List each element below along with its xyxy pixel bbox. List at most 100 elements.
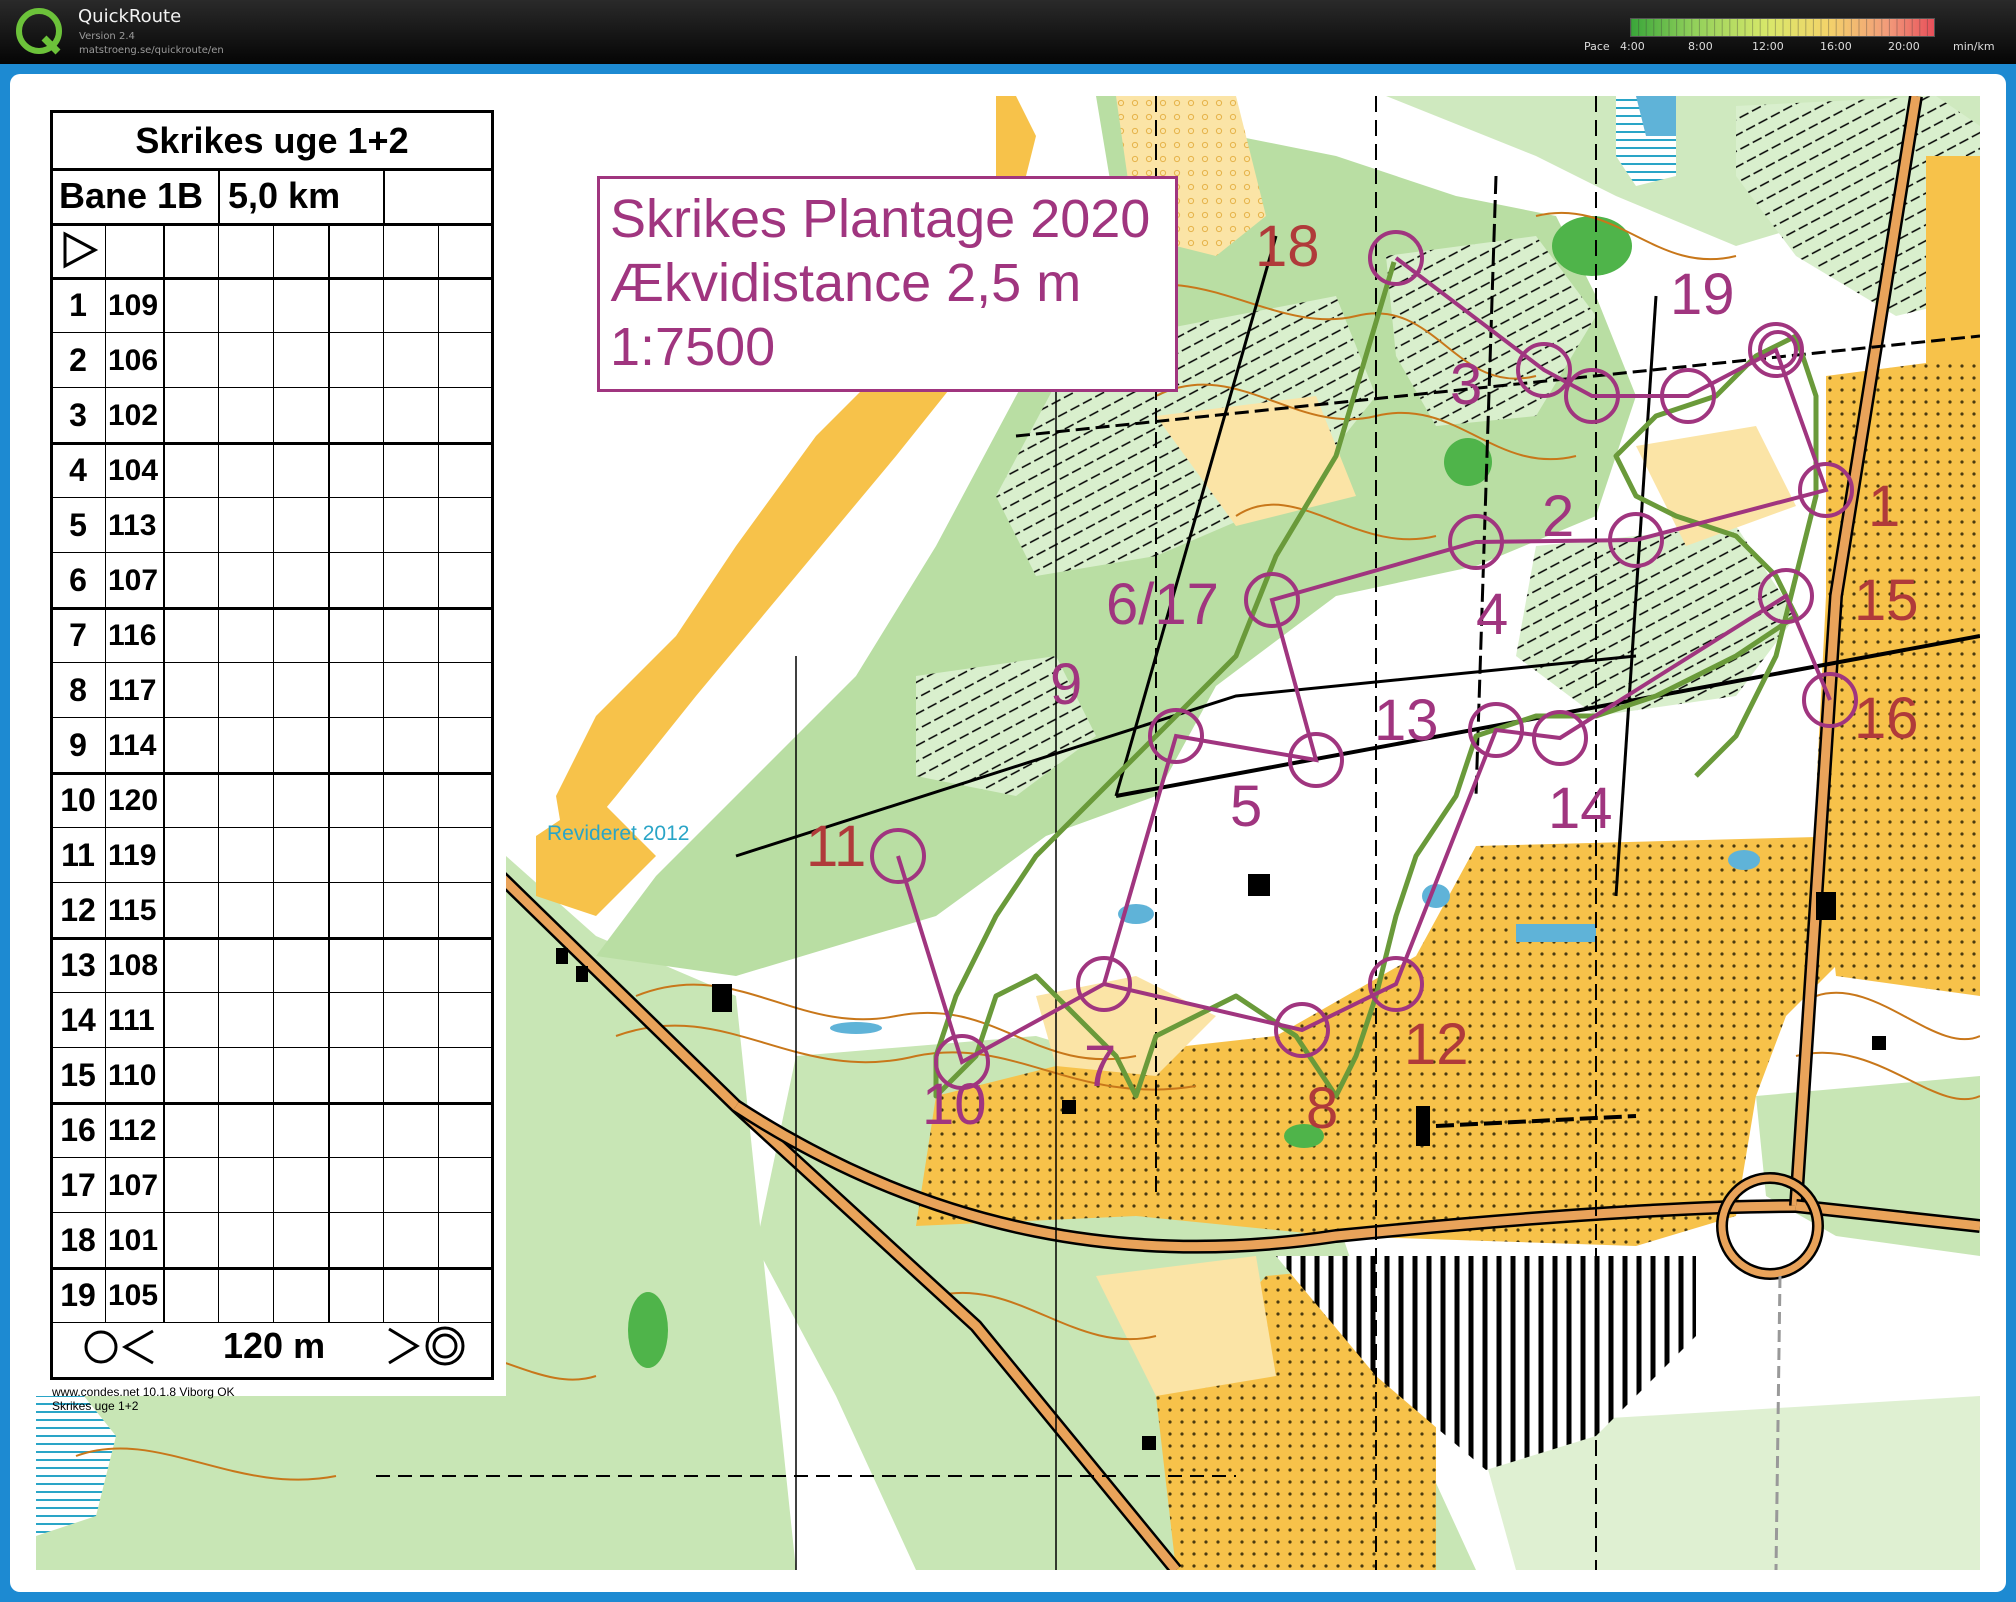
control-row: 11 119 xyxy=(53,828,491,883)
pace-color-scale xyxy=(1630,18,1935,37)
app-name: QuickRoute xyxy=(78,6,182,27)
column-divider xyxy=(218,223,219,1323)
control-row: 12 115 xyxy=(53,883,491,940)
control-label-8: 8 xyxy=(1306,1076,1339,1141)
control-number: 14 xyxy=(60,1002,96,1038)
control-label-16: 16 xyxy=(1854,686,1919,751)
control-row: 14 111 xyxy=(53,993,491,1048)
sheet-title: Skrikes uge 1+2 xyxy=(53,113,491,171)
control-code: 113 xyxy=(108,509,157,542)
control-number: 9 xyxy=(69,727,87,763)
control-label-3: 3 xyxy=(1450,352,1483,417)
control-number: 11 xyxy=(61,837,95,873)
sheet-course-row: Bane 1B 5,0 km xyxy=(53,168,491,226)
column-divider xyxy=(383,223,384,1323)
control-number: 6 xyxy=(69,562,87,598)
control-description-sheet: Skrikes uge 1+2 Bane 1B 5,0 km 1 109 2 106 3… xyxy=(50,110,494,1380)
control-number: 16 xyxy=(60,1112,96,1148)
control-label-4: 4 xyxy=(1476,582,1509,647)
credit-line-2: Skrikes uge 1+2 xyxy=(52,1399,139,1413)
control-row: 8 117 xyxy=(53,663,491,718)
control-number: 8 xyxy=(69,672,87,708)
column-divider xyxy=(218,168,220,223)
control-row: 17 107 xyxy=(53,1158,491,1213)
control-code: 107 xyxy=(108,1169,159,1202)
control-row: 15 110 xyxy=(53,1048,491,1105)
pace-tick: 16:00 xyxy=(1820,40,1852,53)
credit-line-1: www.condes.net 10.1.8 Viborg OK xyxy=(52,1385,235,1399)
map-scale: 1:7500 xyxy=(610,317,776,377)
column-divider xyxy=(328,223,330,1323)
finish-row: 120 m xyxy=(53,1315,491,1377)
control-number: 1 xyxy=(69,287,87,323)
control-code: 111 xyxy=(108,1004,155,1037)
control-code: 108 xyxy=(108,949,159,982)
control-label-15: 15 xyxy=(1854,568,1919,633)
revision-note: Revideret 2012 xyxy=(547,822,690,845)
course-name: Bane 1B xyxy=(59,175,204,216)
control-code: 102 xyxy=(108,399,159,432)
map-name: Skrikes Plantage 2020 xyxy=(610,189,1151,249)
control-number: 15 xyxy=(60,1057,96,1093)
control-code: 119 xyxy=(108,839,157,872)
quickroute-logo-icon xyxy=(16,8,62,55)
control-number: 3 xyxy=(69,397,87,433)
app-url[interactable]: matstroeng.se/quickroute/en xyxy=(79,45,224,56)
control-code: 114 xyxy=(108,729,157,762)
control-number: 18 xyxy=(60,1222,96,1258)
control-label-13: 13 xyxy=(1374,688,1439,753)
finish-circle-icon xyxy=(388,1326,465,1366)
column-divider xyxy=(273,223,274,1323)
map-title-box: Skrikes Plantage 2020 Ækvidistance 2,5 m… xyxy=(597,176,1178,392)
control-code: 110 xyxy=(108,1059,157,1092)
control-code: 115 xyxy=(108,894,157,927)
control-number: 10 xyxy=(60,782,96,818)
control-label-14: 14 xyxy=(1548,776,1613,841)
control-label-1: 1 xyxy=(1868,474,1901,539)
control-number: 4 xyxy=(69,452,87,488)
control-label-18: 18 xyxy=(1255,214,1320,279)
control-label-10: 10 xyxy=(922,1072,987,1137)
control-row: 7 116 xyxy=(53,608,491,663)
column-divider xyxy=(438,223,439,1323)
app-version: Version 2.4 xyxy=(79,31,135,42)
control-label-7: 7 xyxy=(1084,1034,1117,1099)
sheet-credit: www.condes.net 10.1.8 Viborg OK Skrikes … xyxy=(52,1385,235,1413)
control-label-9: 9 xyxy=(1050,652,1083,717)
control-code: 112 xyxy=(108,1114,157,1147)
control-code: 117 xyxy=(108,674,157,707)
pace-tick: 12:00 xyxy=(1752,40,1784,53)
control-label-11: 11 xyxy=(806,814,867,879)
course-length: 5,0 km xyxy=(228,175,341,216)
control-label-2: 2 xyxy=(1542,484,1575,549)
control-number: 17 xyxy=(60,1167,96,1203)
column-divider xyxy=(163,223,165,1323)
pace-label: Pace xyxy=(1584,40,1610,53)
control-code: 104 xyxy=(108,454,159,487)
control-row: 18 101 xyxy=(53,1213,491,1270)
control-row: 16 112 xyxy=(53,1103,491,1158)
control-row: 9 114 xyxy=(53,718,491,775)
start-triangle-icon xyxy=(63,231,99,269)
app-titlebar: QuickRoute Version 2.4 matstroeng.se/qui… xyxy=(0,0,2016,64)
control-code: 107 xyxy=(108,564,159,597)
control-number: 5 xyxy=(69,507,87,543)
control-row: 1 109 xyxy=(53,278,491,333)
control-row: 6 107 xyxy=(53,553,491,610)
control-code: 109 xyxy=(108,289,159,322)
control-code: 106 xyxy=(108,344,159,377)
control-row: 2 106 xyxy=(53,333,491,388)
column-divider xyxy=(383,168,385,223)
control-row: 4 104 xyxy=(53,443,491,498)
control-row: 3 102 xyxy=(53,388,491,445)
control-code: 120 xyxy=(108,784,159,817)
finish-distance: 120 m xyxy=(223,1325,326,1366)
control-code: 116 xyxy=(108,619,157,652)
control-label-5: 5 xyxy=(1230,774,1263,839)
control-row: 10 120 xyxy=(53,773,491,828)
control-number: 13 xyxy=(60,947,96,983)
control-label-6-17: 6/17 xyxy=(1106,572,1219,637)
pace-tick: 4:00 xyxy=(1620,40,1645,53)
control-label-12: 12 xyxy=(1404,1012,1469,1077)
start-row xyxy=(53,223,491,280)
